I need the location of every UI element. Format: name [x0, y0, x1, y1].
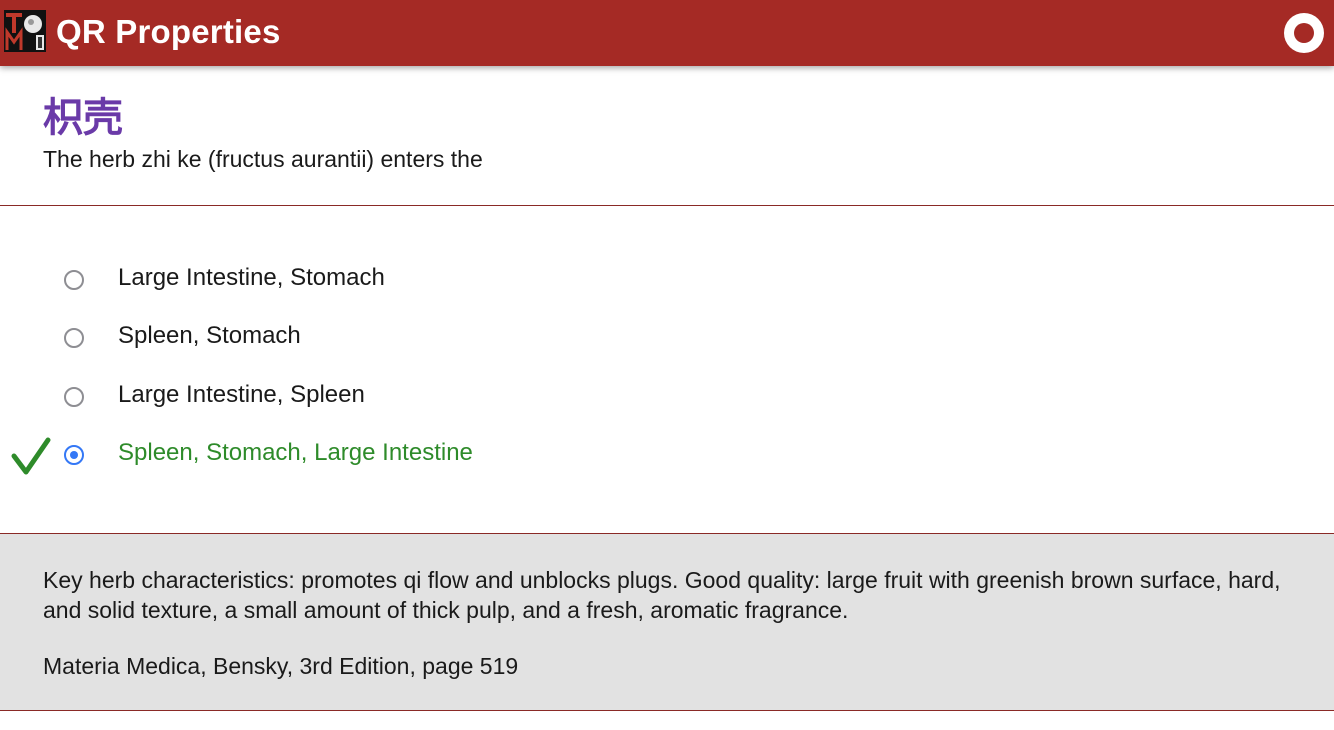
record-icon [1294, 23, 1314, 43]
explanation-text: Key herb characteristics: promotes qi fl… [43, 567, 1281, 623]
herb-chinese-name: 枳壳 [43, 95, 123, 141]
tcm-logo-icon [4, 10, 46, 52]
reference-text: Materia Medica, Bensky, 3rd Edition, pag… [43, 653, 519, 679]
radio-button[interactable] [64, 328, 84, 348]
question-header: 枳壳 The herb zhi ke (fructus aurantii) en… [43, 92, 1293, 174]
option-label: Spleen, Stomach [118, 322, 301, 349]
checkmark-icon [11, 437, 51, 475]
app-header: QR Properties [0, 0, 1334, 66]
option-spleen-stomach-large-intestine[interactable]: Spleen, Stomach, Large Intestine [0, 430, 1334, 480]
option-spleen-stomach[interactable]: Spleen, Stomach [0, 313, 1334, 363]
option-large-intestine-spleen[interactable]: Large Intestine, Spleen [0, 372, 1334, 422]
explanation-panel: Key herb characteristics: promotes qi fl… [0, 534, 1334, 710]
divider [0, 205, 1334, 206]
option-label: Large Intestine, Stomach [118, 264, 385, 291]
radio-button[interactable] [64, 270, 84, 290]
option-label: Large Intestine, Spleen [118, 381, 365, 408]
radio-button[interactable] [64, 387, 84, 407]
option-label-correct: Spleen, Stomach, Large Intestine [118, 439, 473, 466]
divider [0, 710, 1334, 711]
option-large-intestine-stomach[interactable]: Large Intestine, Stomach [0, 255, 1334, 305]
record-button[interactable] [1284, 13, 1324, 53]
app-title: QR Properties [56, 13, 281, 50]
question-prompt: The herb zhi ke (fructus aurantii) enter… [43, 146, 483, 172]
radio-button-selected[interactable] [64, 445, 84, 465]
